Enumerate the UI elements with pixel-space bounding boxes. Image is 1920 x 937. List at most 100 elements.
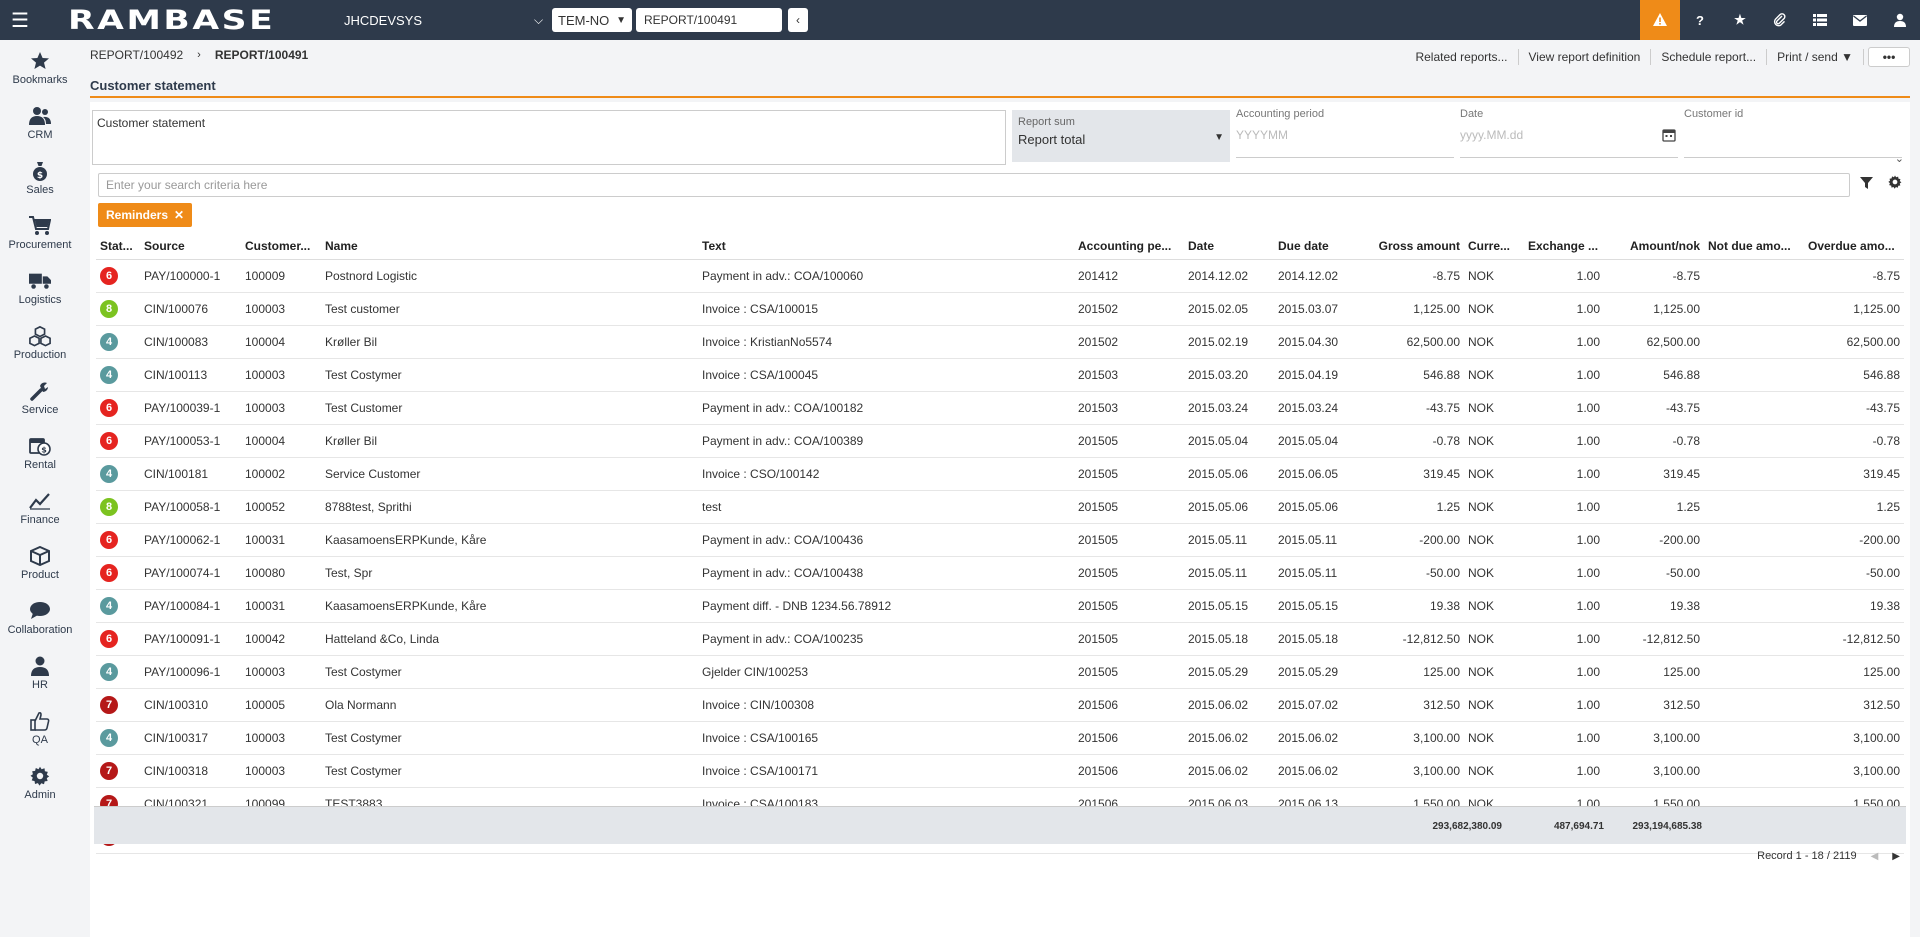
sidebar-item-collaboration[interactable]: Collaboration — [0, 590, 80, 645]
column-header[interactable]: Amount/nok — [1604, 233, 1704, 260]
cell-date: 2015.02.05 — [1184, 292, 1274, 326]
report-sum-select[interactable]: Report sum Report total ▼ — [1012, 110, 1230, 162]
table-row[interactable]: 8 PAY/100058-1 100052 8788test, Sprithi test… — [96, 490, 1904, 524]
customer-id-field[interactable]: Customer id — [1684, 108, 1902, 158]
accounting-period-input[interactable]: YYYYMM — [1236, 128, 1454, 142]
filter-icon[interactable] — [1860, 177, 1873, 193]
calendar-icon[interactable] — [1662, 128, 1676, 145]
table-row[interactable]: 4 PAY/100084-1 100031 KaasamoensERPKunde, K… — [96, 589, 1904, 623]
table-row[interactable]: 6 PAY/100062-1 100031 KaasamoensERPKunde, K… — [96, 523, 1904, 557]
more-button[interactable]: ••• — [1868, 47, 1910, 67]
truck-icon — [29, 270, 51, 292]
print-send-menu[interactable]: Print / send ▼ — [1767, 49, 1864, 65]
description-box[interactable]: Customer statement — [92, 110, 1006, 165]
cell-rate: 1.00 — [1524, 325, 1604, 359]
table-row[interactable]: 7 CIN/100310 100005 Ola Normann Invoice : CI… — [96, 688, 1904, 722]
cell-currency: NOK — [1464, 523, 1524, 557]
cell-notdue — [1704, 391, 1804, 425]
view-report-definition-link[interactable]: View report definition — [1519, 49, 1652, 65]
column-header[interactable]: Overdue amo... — [1804, 233, 1904, 260]
sidebar-item-bookmarks[interactable]: Bookmarks — [0, 40, 80, 95]
cell-text: Invoice : CSA/100015 — [698, 292, 1074, 326]
gear-icon[interactable] — [1888, 175, 1902, 192]
column-header[interactable]: Name — [321, 233, 698, 260]
table-row[interactable]: 4 CIN/100317 100003 Test Costymer Invoice : … — [96, 721, 1904, 755]
expand-chevron-icon[interactable]: ⌄ — [1895, 152, 1904, 165]
warning-icon[interactable] — [1640, 0, 1680, 40]
sidebar-item-service[interactable]: Service — [0, 370, 80, 425]
column-header[interactable]: Gross amount — [1364, 233, 1464, 260]
menu-icon[interactable]: ☰ — [0, 0, 40, 40]
date-input[interactable]: yyyy.MM.dd — [1460, 128, 1678, 142]
user-icon[interactable] — [1880, 0, 1920, 40]
mail-icon[interactable] — [1840, 0, 1880, 40]
sidebar-item-procurement[interactable]: Procurement — [0, 205, 80, 260]
sidebar-item-finance[interactable]: Finance — [0, 480, 80, 535]
sidebar-item-admin[interactable]: Admin — [0, 755, 80, 810]
breadcrumb-previous[interactable]: REPORT/100492 — [90, 48, 183, 62]
status-cell: 6 — [96, 523, 140, 557]
sidebar-item-product[interactable]: Product — [0, 535, 80, 590]
sidebar-item-production[interactable]: Production — [0, 315, 80, 370]
back-button[interactable]: ‹ — [788, 8, 808, 32]
help-icon[interactable]: ? — [1680, 0, 1720, 40]
column-header[interactable]: Due date — [1274, 233, 1364, 260]
goto-input[interactable]: REPORT/100491 — [636, 8, 782, 32]
table-row[interactable]: 6 PAY/100053-1 100004 Krøller Bil Payment in… — [96, 424, 1904, 458]
sidebar-item-logistics[interactable]: Logistics — [0, 260, 80, 315]
cell-amount: -43.75 — [1604, 391, 1704, 425]
cell-text: Payment in adv.: COA/100389 — [698, 424, 1074, 458]
next-page-icon[interactable]: ▶ — [1892, 851, 1900, 862]
cell-rate: 1.00 — [1524, 655, 1604, 689]
sidebar-item-crm[interactable]: CRM — [0, 95, 80, 150]
cell-period: 201506 — [1074, 721, 1184, 755]
column-header[interactable]: Source — [140, 233, 241, 260]
cell-text: Payment diff. - DNB 1234.56.78912 — [698, 589, 1074, 623]
table-row[interactable]: 6 PAY/100074-1 100080 Test, Spr Payment in a… — [96, 556, 1904, 590]
column-header[interactable]: Text — [698, 233, 1074, 260]
column-header[interactable]: Not due amo... — [1704, 233, 1804, 260]
sidebar-item-hr[interactable]: HR — [0, 645, 80, 700]
table-row[interactable]: 4 CIN/100113 100003 Test Costymer Invoice : … — [96, 358, 1904, 392]
paperclip-icon[interactable] — [1760, 0, 1800, 40]
sidebar-item-sales[interactable]: $ Sales — [0, 150, 80, 205]
related-reports-link[interactable]: Related reports... — [1405, 49, 1519, 65]
column-header[interactable]: Stat... — [96, 233, 140, 260]
status-badge: 6 — [100, 629, 118, 648]
star-icon[interactable]: ★ — [1720, 0, 1760, 40]
reminders-chip[interactable]: Reminders ✕ — [98, 203, 193, 227]
table-row[interactable]: 4 CIN/100181 100002 Service Customer Invoice… — [96, 457, 1904, 491]
cell-currency: NOK — [1464, 424, 1524, 458]
table-row[interactable]: 6 PAY/100039-1 100003 Test Customer Payment … — [96, 391, 1904, 425]
column-header[interactable]: Exchange ... — [1524, 233, 1604, 260]
cell-text: test — [698, 490, 1074, 524]
sidebar-item-rental[interactable]: $ Rental — [0, 425, 80, 480]
table-row[interactable]: 4 PAY/100096-1 100003 Test Costymer Gjelder … — [96, 655, 1904, 689]
cell-amount: 3,100.00 — [1604, 754, 1704, 788]
company-select[interactable]: TEM-NO ▼ — [552, 8, 632, 32]
list-icon[interactable] — [1800, 0, 1840, 40]
previous-page-icon[interactable]: ◀ — [1871, 851, 1879, 862]
search-input[interactable]: Enter your search criteria here — [98, 173, 1850, 197]
schedule-report-link[interactable]: Schedule report... — [1651, 49, 1768, 65]
cell-rate: 1.00 — [1524, 589, 1604, 623]
table-row[interactable]: 6 PAY/100000-1 100009 Postnord Logistic Paym… — [96, 259, 1904, 293]
logo[interactable]: RAMBASE — [68, 5, 275, 36]
sidebar-item-label: Sales — [26, 183, 54, 196]
sidebar-item-qa[interactable]: QA — [0, 700, 80, 755]
date-field[interactable]: Date yyyy.MM.dd — [1460, 108, 1678, 158]
database-selector[interactable]: JHCDEVSYS ⌵ — [344, 0, 544, 40]
table-row[interactable]: 8 CIN/100076 100003 Test customer Invoice : … — [96, 292, 1904, 326]
table-row[interactable]: 4 CIN/100083 100004 Krøller Bil Invoice : Kr… — [96, 325, 1904, 359]
table-row[interactable]: 6 PAY/100091-1 100042 Hatteland &Co, Linda P… — [96, 622, 1904, 656]
column-header[interactable]: Accounting pe... — [1074, 233, 1184, 260]
column-header[interactable]: Curre... — [1464, 233, 1524, 260]
accounting-period-field[interactable]: Accounting period YYYYMM — [1236, 108, 1454, 158]
cell-amount: 319.45 — [1604, 457, 1704, 491]
cell-overdue: 312.50 — [1804, 688, 1904, 722]
table-row[interactable]: 7 CIN/100318 100003 Test Costymer Invoice : … — [96, 754, 1904, 788]
close-icon[interactable]: ✕ — [174, 208, 184, 222]
column-header[interactable]: Customer... — [241, 233, 321, 260]
column-header[interactable]: Date — [1184, 233, 1274, 260]
cell-currency: NOK — [1464, 754, 1524, 788]
